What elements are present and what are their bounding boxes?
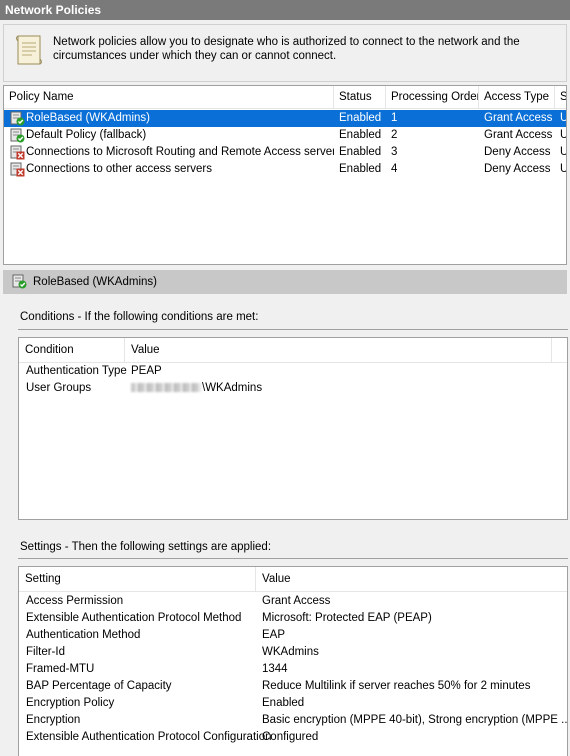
column-setting[interactable]: Setting [19,567,256,591]
column-source[interactable]: S [555,86,566,108]
policy-processing-order: 1 [391,112,398,124]
policy-status: Enabled [339,163,382,175]
setting-row[interactable]: Framed-MTU 1344 [19,661,567,678]
conditions-label: Conditions - If the following conditions… [20,311,259,323]
setting-name: Authentication Method [26,629,141,641]
grant-policy-icon [12,274,27,289]
setting-value: EAP [262,629,286,641]
window-title: Network Policies [0,0,570,20]
policy-source: U [555,110,566,127]
column-condition[interactable]: Condition [19,338,125,362]
condition-value: \WKAdmins [131,380,262,397]
column-condition-value[interactable]: Value [125,338,552,362]
policy-name: Default Policy (fallback) [26,129,147,141]
policy-access-type: Deny Access [484,163,551,175]
setting-value: Microsoft: Protected EAP (PEAP) [262,612,432,624]
policy-access-type: Grant Access [484,129,553,141]
setting-row[interactable]: BAP Percentage of Capacity Reduce Multili… [19,678,567,695]
setting-row[interactable]: Encryption Basic encryption (MPPE 40-bit)… [19,712,567,729]
setting-row[interactable]: Extensible Authentication Protocol Metho… [19,610,567,627]
settings-label: Settings - Then the following settings a… [20,541,272,553]
setting-name: Encryption [26,714,81,726]
settings-grid[interactable]: Setting Value Access Permission Grant Acc… [18,566,568,756]
condition-name: User Groups [26,382,92,394]
policy-name: Connections to Microsoft Routing and Rem… [26,146,334,158]
policy-status: Enabled [339,146,382,158]
column-processing-order[interactable]: Processing Order [386,86,479,108]
setting-value: 1344 [262,663,288,675]
policy-status: Enabled [339,129,382,141]
setting-name: Extensible Authentication Protocol Metho… [26,612,242,624]
condition-name: Authentication Type [26,365,127,377]
setting-row[interactable]: Authentication Method EAP [19,627,567,644]
redacted-text [131,383,201,393]
setting-name: Extensible Authentication Protocol Confi… [26,731,272,743]
setting-name: Access Permission [26,595,124,607]
info-message: Network policies allow you to designate … [53,36,520,62]
policy-source: U [555,127,566,144]
policy-processing-order: 3 [391,146,398,158]
setting-value: Configured [262,731,319,743]
policy-status: Enabled [339,112,382,124]
setting-value: Reduce Multilink if server reaches 50% f… [262,680,531,692]
setting-row[interactable]: Extensible Authentication Protocol Confi… [19,729,567,746]
policy-source: U [555,144,566,161]
document-icon [16,35,42,65]
setting-name: Framed-MTU [26,663,95,675]
policy-source: U [555,161,566,178]
setting-value: Basic encryption (MPPE 40-bit), Strong e… [262,714,568,726]
policy-row[interactable]: Connections to Microsoft Routing and Rem… [4,144,566,161]
policy-row[interactable]: RoleBased (WKAdmins) Enabled 1 Grant Access… [4,110,566,127]
settings-grid-header: Setting Value [19,567,567,592]
policy-processing-order: 4 [391,163,398,175]
setting-row[interactable]: Encryption Policy Enabled [19,695,567,712]
column-status[interactable]: Status [334,86,386,108]
condition-value: PEAP [131,365,162,377]
conditions-grid-header: Condition Value [19,338,567,363]
setting-name: BAP Percentage of Capacity [26,680,172,692]
policy-list[interactable]: Policy Name Status Processing Order Acce… [3,85,567,265]
policy-row[interactable]: Connections to other access servers Enabl… [4,161,566,178]
settings-divider [18,558,568,559]
column-access-type[interactable]: Access Type [479,86,555,108]
setting-value: Grant Access [262,595,331,607]
setting-name: Encryption Policy [26,697,115,709]
setting-row[interactable]: Access Permission Grant Access [19,593,567,610]
policy-name: Connections to other access servers [26,163,213,175]
column-policy-name[interactable]: Policy Name [4,86,334,108]
setting-name: Filter-Id [26,646,65,658]
policy-access-type: Deny Access [484,146,551,158]
setting-value: Enabled [262,697,305,709]
condition-row[interactable]: User Groups \WKAdmins [19,380,567,397]
policy-name: RoleBased (WKAdmins) [26,112,150,124]
info-panel: Network policies allow you to designate … [3,24,567,82]
selected-policy-header: RoleBased (WKAdmins) [3,270,567,294]
policy-access-type: Grant Access [484,112,553,124]
setting-row[interactable]: Filter-Id WKAdmins [19,644,567,661]
policy-list-header: Policy Name Status Processing Order Acce… [4,86,566,109]
conditions-divider [18,329,568,330]
condition-row[interactable]: Authentication Type PEAP [19,363,567,380]
selected-policy-title: RoleBased (WKAdmins) [33,276,157,288]
policy-processing-order: 2 [391,129,398,141]
policy-row[interactable]: Default Policy (fallback) Enabled 2 Grant A… [4,127,566,144]
column-setting-value[interactable]: Value [256,567,566,591]
setting-value: WKAdmins [262,646,319,658]
conditions-grid[interactable]: Condition Value Authentication Type PEAP U… [18,337,568,520]
